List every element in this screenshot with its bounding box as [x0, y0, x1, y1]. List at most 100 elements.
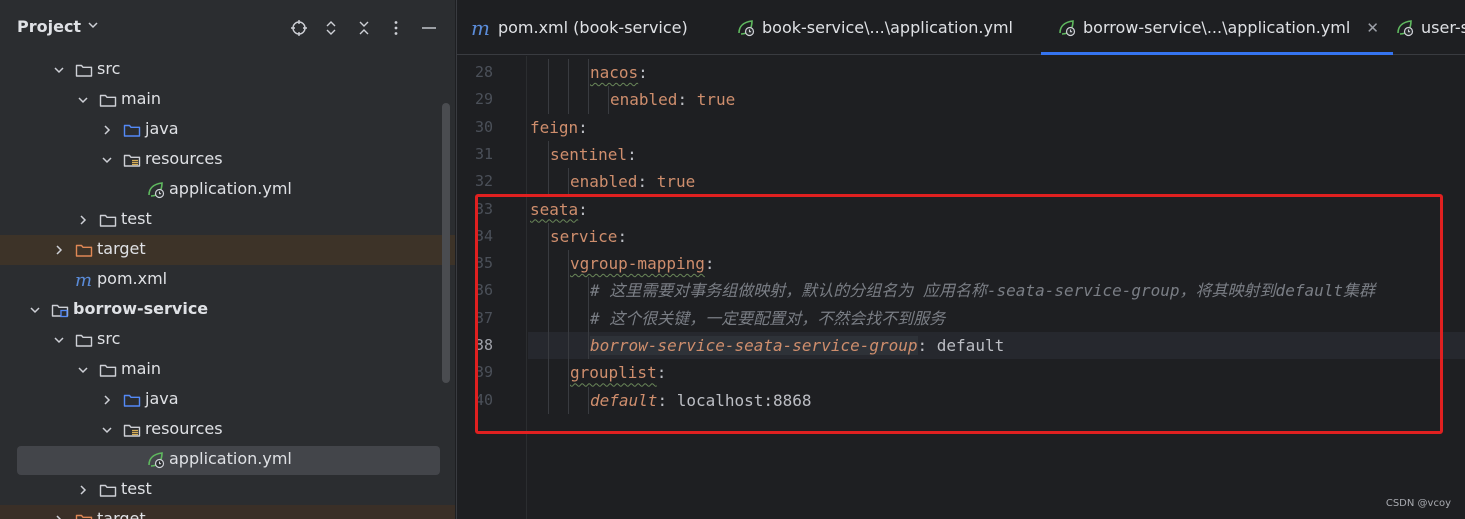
- yaml-key: sentinel: [550, 144, 628, 164]
- tree-item-label: resources: [145, 149, 223, 168]
- code-line[interactable]: default: localhost:8868: [528, 386, 1465, 414]
- tree-item-resources[interactable]: resources: [0, 415, 455, 445]
- tab-label: pom.xml (book-service): [497, 18, 688, 37]
- chevron-right-icon[interactable]: [76, 213, 90, 227]
- tree-item-target[interactable]: target: [0, 505, 455, 519]
- indent-guide: [548, 332, 549, 360]
- code-content[interactable]: nacos: enabled: true feign: sentinel: enable…: [528, 56, 1465, 519]
- tree-scrollbar[interactable]: [442, 103, 450, 383]
- excluded-folder-icon: [74, 240, 94, 260]
- chevron-right-icon[interactable]: [52, 513, 66, 519]
- spring-yml-icon: [146, 180, 166, 200]
- chevron-down-icon[interactable]: [100, 423, 114, 437]
- tree-item-application-yml[interactable]: application.yml: [0, 445, 455, 475]
- code-line[interactable]: # 这个很关键，一定要配置对，不然会找不到服务: [528, 304, 1465, 332]
- code-line[interactable]: sentinel:: [528, 140, 1465, 169]
- tree-item-target[interactable]: target: [0, 235, 455, 265]
- line-content: default: localhost:8868: [590, 387, 812, 414]
- collapse-all-icon[interactable]: [352, 16, 376, 40]
- line-number: 33: [475, 199, 494, 218]
- tree-item-label: main: [121, 89, 161, 108]
- chevron-right-icon[interactable]: [100, 393, 114, 407]
- yaml-separator: :: [578, 117, 588, 137]
- line-number: 32: [475, 172, 494, 191]
- tree-item-src[interactable]: src: [0, 55, 455, 85]
- yaml-key: feign: [530, 117, 579, 137]
- resources-folder-icon: [122, 420, 142, 440]
- maven-icon: m: [74, 270, 94, 290]
- minimize-icon[interactable]: [417, 16, 441, 40]
- tree-item-label: application.yml: [169, 449, 292, 468]
- expand-all-icon[interactable]: [319, 16, 343, 40]
- tree-item-java[interactable]: java: [0, 385, 455, 415]
- tree-item-test[interactable]: test: [0, 205, 455, 235]
- line-number: 29: [475, 90, 494, 109]
- tree-item-java[interactable]: java: [0, 115, 455, 145]
- yaml-key: service: [550, 226, 618, 246]
- indent-guide: [568, 304, 569, 332]
- chevron-right-icon[interactable]: [52, 243, 66, 257]
- editor-area: m pom.xml (book-service) book-service\...\…: [456, 0, 1465, 519]
- chevron-down-icon: [87, 19, 99, 34]
- tree-item-test[interactable]: test: [0, 475, 455, 505]
- indent-guide: [548, 386, 549, 414]
- tree-item-resources[interactable]: resources: [0, 145, 455, 175]
- tree-item-main[interactable]: main: [0, 355, 455, 385]
- chevron-down-icon[interactable]: [28, 303, 42, 317]
- indent-guide: [568, 359, 569, 387]
- yaml-separator: :: [638, 63, 648, 82]
- tree-item-application-yml[interactable]: application.yml: [0, 175, 455, 205]
- more-options-icon[interactable]: [384, 16, 408, 40]
- line-content: enabled: true: [610, 86, 735, 113]
- chevron-right-icon[interactable]: [100, 123, 114, 137]
- source-folder-icon: [122, 120, 142, 140]
- code-line[interactable]: enabled: true: [528, 86, 1465, 114]
- tree-item-label: target: [97, 509, 146, 519]
- indent-guide: [568, 250, 569, 278]
- chevron-down-icon[interactable]: [76, 363, 90, 377]
- project-view-selector[interactable]: Project: [17, 17, 99, 36]
- indent-guide: [548, 140, 549, 169]
- code-line[interactable]: nacos:: [528, 59, 1465, 87]
- code-line[interactable]: feign:: [528, 114, 1465, 141]
- tree-item-label: resources: [145, 419, 223, 438]
- indent-guide: [568, 332, 569, 360]
- yaml-value: true: [656, 172, 696, 192]
- chevron-down-icon[interactable]: [76, 93, 90, 107]
- editor-tab[interactable]: user-s: [1395, 0, 1465, 55]
- close-tab-icon[interactable]: ✕: [1366, 19, 1379, 37]
- code-line[interactable]: borrow-service-seata-service-group: defa…: [528, 332, 1465, 360]
- indent-guide: [588, 86, 589, 114]
- locate-file-icon[interactable]: [287, 16, 311, 40]
- code-line[interactable]: grouplist:: [528, 359, 1465, 387]
- code-line[interactable]: seata:: [528, 196, 1465, 223]
- tree-item-label: java: [145, 119, 179, 138]
- indent-guide: [588, 332, 589, 360]
- chevron-right-icon[interactable]: [76, 483, 90, 497]
- code-line[interactable]: # 这里需要对事务组做映射，默认的分组名为 应用名称-seata-service…: [528, 277, 1465, 305]
- editor-tab[interactable]: borrow-service\...\application.yml ✕: [1041, 0, 1393, 55]
- yaml-value: default: [936, 336, 1005, 355]
- chevron-down-icon[interactable]: [100, 153, 114, 167]
- project-panel: Project src main java resources application.…: [0, 0, 455, 519]
- line-number: 34: [475, 226, 494, 245]
- indent-guide: [548, 250, 549, 278]
- line-number: 28: [475, 63, 494, 81]
- tree-item-src[interactable]: src: [0, 325, 455, 355]
- indent-guide: [548, 222, 549, 251]
- editor-tab[interactable]: book-service\...\application.yml: [736, 0, 1013, 55]
- tree-item-borrow-service[interactable]: borrow-service: [0, 295, 455, 325]
- chevron-down-icon[interactable]: [52, 333, 66, 347]
- code-line[interactable]: enabled: true: [528, 168, 1465, 196]
- tree-item-pom-xml[interactable]: m pom.xml: [0, 265, 455, 295]
- yaml-key: enabled: [610, 90, 678, 110]
- indent-guide: [588, 386, 589, 414]
- code-line[interactable]: vgroup-mapping:: [528, 250, 1465, 278]
- yaml-separator: :: [657, 390, 677, 410]
- folder-icon: [74, 330, 94, 350]
- editor-tab[interactable]: m pom.xml (book-service): [471, 0, 688, 55]
- tree-item-main[interactable]: main: [0, 85, 455, 115]
- chevron-down-icon[interactable]: [52, 63, 66, 77]
- code-line[interactable]: service:: [528, 222, 1465, 251]
- yaml-separator: :: [704, 254, 715, 274]
